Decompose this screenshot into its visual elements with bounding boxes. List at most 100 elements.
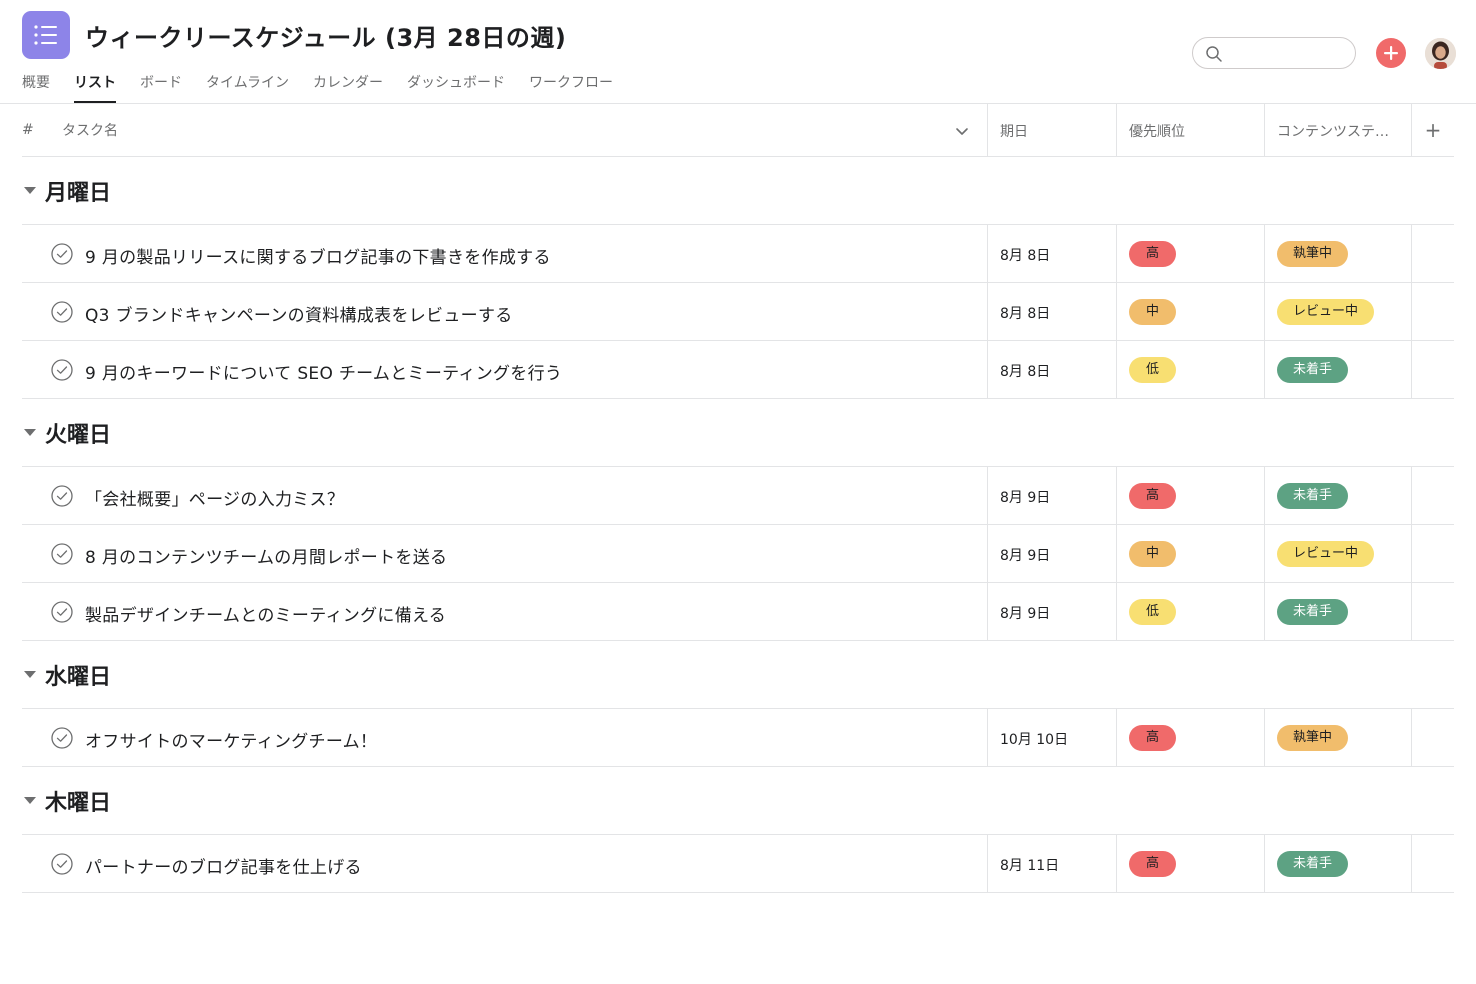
tab-calendar[interactable]: カレンダー (313, 70, 383, 103)
empty-cell (1411, 467, 1454, 524)
check-circle-icon[interactable] (51, 243, 73, 265)
table-row[interactable]: 製品デザインチームとのミーティングに備える 8月 9日 低 未着手 (22, 583, 1454, 641)
add-button[interactable] (1376, 38, 1406, 68)
check-circle-icon[interactable] (51, 543, 73, 565)
empty-cell (1411, 583, 1454, 640)
priority-cell[interactable]: 高 (1116, 835, 1264, 892)
status-badge[interactable]: 未着手 (1277, 599, 1349, 625)
priority-cell[interactable]: 低 (1116, 341, 1264, 398)
column-task-name[interactable]: タスク名 (62, 104, 987, 156)
check-circle-icon[interactable] (51, 601, 73, 623)
status-badge[interactable]: 未着手 (1277, 483, 1349, 509)
due-date-cell[interactable]: 8月 9日 (987, 467, 1116, 524)
check-circle-icon[interactable] (51, 485, 73, 507)
tab-overview[interactable]: 概要 (22, 70, 50, 103)
column-due-date[interactable]: 期日 (987, 104, 1116, 156)
task-name[interactable]: パートナーのブログ記事を仕上げる (85, 853, 362, 878)
due-date-cell[interactable]: 8月 9日 (987, 525, 1116, 582)
status-cell[interactable]: 執筆中 (1264, 225, 1411, 282)
due-date-cell[interactable]: 8月 11日 (987, 835, 1116, 892)
status-badge[interactable]: 執筆中 (1277, 725, 1349, 751)
priority-cell[interactable]: 高 (1116, 709, 1264, 766)
priority-cell[interactable]: 低 (1116, 583, 1264, 640)
empty-cell (1411, 225, 1454, 282)
chevron-down-icon[interactable] (954, 123, 970, 139)
list-icon[interactable] (22, 11, 70, 59)
priority-badge[interactable]: 中 (1129, 541, 1176, 567)
table-row[interactable]: 「会社概要」ページの入力ミス？ 8月 9日 高 未着手 (22, 467, 1454, 525)
due-date-cell[interactable]: 8月 8日 (987, 225, 1116, 282)
task-name[interactable]: 9 月の製品リリースに関するブログ記事の下書きを作成する (85, 243, 551, 268)
caret-down-icon[interactable] (24, 797, 36, 804)
search-box[interactable] (1192, 37, 1356, 69)
project-title[interactable]: ウィークリースケジュール (3月 28日の週) (85, 18, 566, 53)
priority-badge[interactable]: 高 (1129, 483, 1176, 509)
priority-badge[interactable]: 低 (1129, 357, 1176, 383)
priority-cell[interactable]: 高 (1116, 225, 1264, 282)
task-name[interactable]: 8 月のコンテンツチームの月間レポートを送る (85, 543, 447, 568)
avatar[interactable] (1425, 38, 1456, 69)
section-header[interactable]: 水曜日 (22, 641, 1454, 709)
caret-down-icon[interactable] (24, 429, 36, 436)
status-cell[interactable]: レビュー中 (1264, 525, 1411, 582)
section-header[interactable]: 月曜日 (22, 157, 1454, 225)
priority-badge[interactable]: 高 (1129, 725, 1176, 751)
tab-timeline[interactable]: タイムライン (206, 70, 289, 103)
priority-badge[interactable]: 高 (1129, 241, 1176, 267)
add-column-button[interactable]: + (1411, 104, 1454, 156)
table-row[interactable]: 9 月のキーワードについて SEO チームとミーティングを行う 8月 8日 低 未着手 (22, 341, 1454, 399)
status-cell[interactable]: レビュー中 (1264, 283, 1411, 340)
task-name[interactable]: Q3 ブランドキャンペーンの資料構成表をレビューする (85, 301, 513, 326)
section-header[interactable]: 木曜日 (22, 767, 1454, 835)
status-badge[interactable]: レビュー中 (1277, 541, 1375, 567)
table-row[interactable]: パートナーのブログ記事を仕上げる 8月 11日 高 未着手 (22, 835, 1454, 893)
table-row[interactable]: 8 月のコンテンツチームの月間レポートを送る 8月 9日 中 レビュー中 (22, 525, 1454, 583)
due-date-cell[interactable]: 10月 10日 (987, 709, 1116, 766)
priority-badge[interactable]: 高 (1129, 851, 1176, 877)
status-cell[interactable]: 未着手 (1264, 341, 1411, 398)
check-circle-icon[interactable] (51, 853, 73, 875)
empty-cell (1411, 709, 1454, 766)
tab-dashboard[interactable]: ダッシュボード (407, 70, 505, 103)
task-name[interactable]: 「会社概要」ページの入力ミス？ (85, 485, 344, 510)
priority-cell[interactable]: 高 (1116, 467, 1264, 524)
task-name[interactable]: 9 月のキーワードについて SEO チームとミーティングを行う (85, 359, 562, 384)
table-row[interactable]: Q3 ブランドキャンペーンの資料構成表をレビューする 8月 8日 中 レビュー中 (22, 283, 1454, 341)
check-circle-icon[interactable] (51, 359, 73, 381)
status-cell[interactable]: 未着手 (1264, 583, 1411, 640)
table-row[interactable]: オフサイトのマーケティングチーム！ 10月 10日 高 執筆中 (22, 709, 1454, 767)
check-circle-icon[interactable] (51, 301, 73, 323)
task-name[interactable]: オフサイトのマーケティングチーム！ (85, 727, 377, 752)
section-title: 木曜日 (45, 791, 112, 816)
tab-board[interactable]: ボード (140, 70, 182, 103)
task-name[interactable]: 製品デザインチームとのミーティングに備える (85, 601, 446, 626)
status-cell[interactable]: 未着手 (1264, 467, 1411, 524)
tab-list[interactable]: リスト (74, 70, 116, 103)
status-badge[interactable]: 執筆中 (1277, 241, 1349, 267)
due-date-cell[interactable]: 8月 8日 (987, 283, 1116, 340)
column-priority[interactable]: 優先順位 (1116, 104, 1264, 156)
priority-cell[interactable]: 中 (1116, 283, 1264, 340)
table-row[interactable]: 9 月の製品リリースに関するブログ記事の下書きを作成する 8月 8日 高 執筆中 (22, 225, 1454, 283)
status-badge[interactable]: 未着手 (1277, 357, 1349, 383)
column-content-status[interactable]: コンテンツステ… (1264, 104, 1411, 156)
section-header[interactable]: 火曜日 (22, 399, 1454, 467)
priority-cell[interactable]: 中 (1116, 525, 1264, 582)
status-badge[interactable]: レビュー中 (1277, 299, 1375, 325)
priority-badge[interactable]: 中 (1129, 299, 1176, 325)
status-cell[interactable]: 未着手 (1264, 835, 1411, 892)
status-badge[interactable]: 未着手 (1277, 851, 1349, 877)
empty-cell (1411, 341, 1454, 398)
tab-workflow[interactable]: ワークフロー (529, 70, 613, 103)
caret-down-icon[interactable] (24, 671, 36, 678)
due-date-cell[interactable]: 8月 9日 (987, 583, 1116, 640)
empty-cell (1411, 283, 1454, 340)
status-cell[interactable]: 執筆中 (1264, 709, 1411, 766)
priority-badge[interactable]: 低 (1129, 599, 1176, 625)
check-circle-icon[interactable] (51, 727, 73, 749)
due-date: 8月 9日 (1000, 548, 1051, 564)
search-input[interactable] (1227, 42, 1345, 64)
due-date-cell[interactable]: 8月 8日 (987, 341, 1116, 398)
caret-down-icon[interactable] (24, 187, 36, 194)
empty-cell (1411, 525, 1454, 582)
